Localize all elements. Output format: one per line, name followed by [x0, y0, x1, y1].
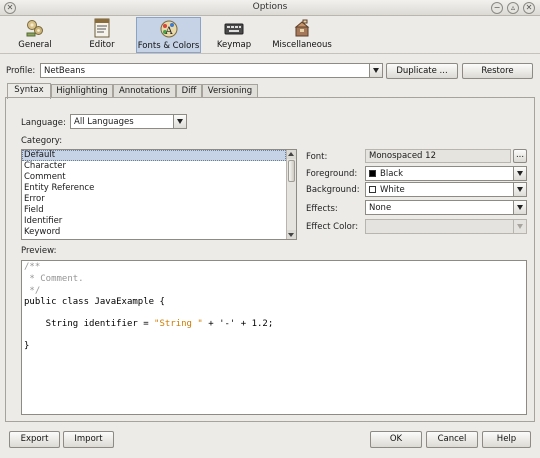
scrollbar-thumb[interactable]: [288, 160, 295, 182]
help-button[interactable]: Help: [482, 431, 531, 448]
font-label: Font:: [306, 152, 328, 162]
miscellaneous-icon: [294, 19, 310, 37]
font-field: Monospaced 12: [365, 149, 511, 163]
scroll-down-icon[interactable]: [287, 230, 296, 239]
code-line: String identifier = "String " + '-' + 1.…: [24, 319, 274, 329]
editor-icon: [94, 18, 110, 38]
effect-color-combobox: [365, 219, 527, 234]
options-category-toolbar: General Editor A Fonts & Colors Keymap M…: [0, 16, 540, 54]
fonts-colors-icon: A: [160, 20, 177, 38]
category-scrollbar[interactable]: [286, 150, 296, 239]
list-item[interactable]: Default: [22, 150, 286, 161]
category-label: Category:: [21, 136, 63, 146]
list-item[interactable]: Error: [22, 194, 286, 205]
code-line: public class JavaExample {: [24, 297, 165, 307]
chevron-down-icon: [513, 220, 526, 233]
toolbar-fonts-colors-label: Fonts & Colors: [137, 41, 200, 51]
font-chooser-button[interactable]: ...: [513, 149, 527, 163]
category-list[interactable]: Default Character Comment Entity Referen…: [21, 149, 297, 240]
close-icon[interactable]: ✕: [523, 2, 535, 14]
code-line: /**: [24, 262, 41, 272]
list-item[interactable]: Identifier: [22, 216, 286, 227]
list-item[interactable]: Character: [22, 161, 286, 172]
tab-diff[interactable]: Diff: [176, 84, 202, 98]
foreground-label: Foreground:: [306, 169, 358, 179]
code-line: */: [24, 286, 41, 296]
profile-combobox[interactable]: NetBeans: [40, 63, 383, 78]
list-item[interactable]: Entity Reference: [22, 183, 286, 194]
background-combobox[interactable]: White: [365, 182, 527, 197]
foreground-combobox[interactable]: Black: [365, 166, 527, 181]
ok-button[interactable]: OK: [370, 431, 422, 448]
profile-value: NetBeans: [44, 66, 86, 76]
language-label: Language:: [21, 118, 66, 128]
language-combobox[interactable]: All Languages: [70, 114, 187, 129]
list-item[interactable]: Comment: [22, 172, 286, 183]
toolbar-keymap-label: Keymap: [216, 40, 252, 50]
toolbar-editor-button[interactable]: Editor: [82, 17, 122, 53]
general-icon: [26, 20, 43, 37]
cancel-button[interactable]: Cancel: [426, 431, 478, 448]
scroll-up-icon[interactable]: [287, 150, 296, 159]
toolbar-general-label: General: [18, 40, 52, 50]
font-value: Monospaced 12: [369, 151, 436, 161]
preview-label: Preview:: [21, 246, 57, 256]
toolbar-miscellaneous-label: Miscellaneous: [272, 40, 332, 50]
import-button[interactable]: Import: [63, 431, 114, 448]
effects-label: Effects:: [306, 204, 338, 214]
toolbar-fonts-colors-button[interactable]: A Fonts & Colors: [136, 17, 201, 53]
toolbar-miscellaneous-button[interactable]: Miscellaneous: [271, 17, 333, 53]
toolbar-editor-label: Editor: [89, 40, 115, 50]
toolbar-general-button[interactable]: General: [10, 17, 60, 53]
list-item[interactable]: Keyword: [22, 227, 286, 238]
foreground-swatch: [369, 170, 376, 177]
code-line: }: [24, 341, 30, 351]
keymap-icon: [224, 23, 244, 35]
profile-label: Profile:: [6, 66, 36, 76]
window-title: Options: [252, 2, 288, 12]
background-value: White: [369, 185, 405, 195]
list-item[interactable]: Field: [22, 205, 286, 216]
effects-combobox[interactable]: None: [365, 200, 527, 215]
code-line: * Comment.: [24, 274, 84, 284]
foreground-value: Black: [369, 169, 403, 179]
tab-versioning[interactable]: Versioning: [202, 84, 258, 98]
chevron-down-icon[interactable]: [513, 183, 526, 196]
export-button[interactable]: Export: [9, 431, 60, 448]
duplicate-button[interactable]: Duplicate ...: [386, 63, 458, 79]
effect-color-label: Effect Color:: [306, 222, 359, 232]
foreground-text: Black: [380, 169, 403, 179]
tab-highlighting[interactable]: Highlighting: [51, 84, 113, 98]
chevron-down-icon[interactable]: [369, 64, 382, 77]
maximize-icon[interactable]: ▵: [507, 2, 519, 14]
title-bar: ✕ Options − ▵ ✕: [0, 0, 540, 16]
effects-value: None: [369, 203, 392, 213]
language-value: All Languages: [74, 117, 134, 127]
tab-annotations[interactable]: Annotations: [113, 84, 176, 98]
background-swatch: [369, 186, 376, 193]
chevron-down-icon[interactable]: [513, 167, 526, 180]
string-literal: "String ": [154, 319, 203, 329]
restore-button[interactable]: Restore: [462, 63, 533, 79]
chevron-down-icon[interactable]: [173, 115, 186, 128]
chevron-down-icon[interactable]: [513, 201, 526, 214]
background-label: Background:: [306, 185, 360, 195]
code-preview: /** * Comment. */ public class JavaExamp…: [21, 260, 527, 415]
toolbar-keymap-button[interactable]: Keymap: [214, 17, 254, 53]
svg-text:A: A: [164, 26, 173, 37]
minimize-icon[interactable]: −: [491, 2, 503, 14]
background-text: White: [380, 185, 405, 195]
